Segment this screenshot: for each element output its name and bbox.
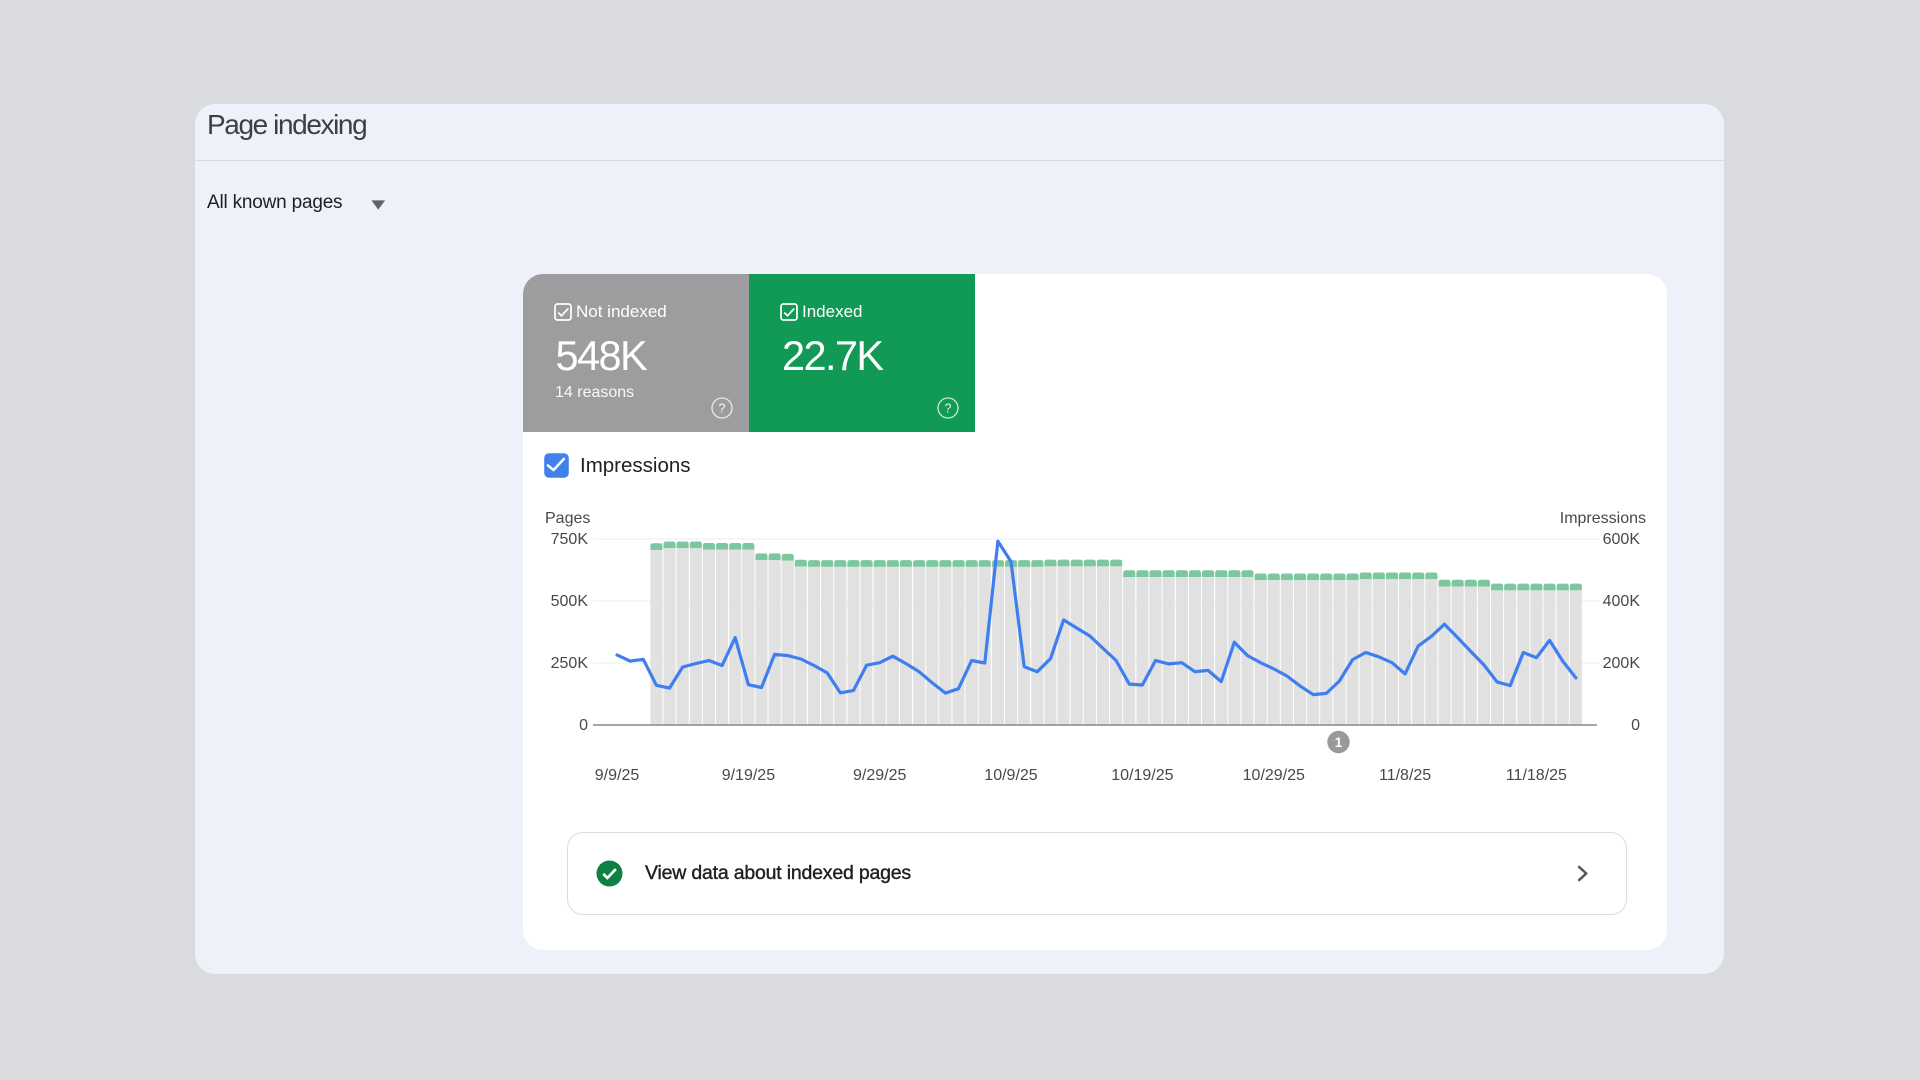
svg-text:1: 1: [1335, 735, 1343, 750]
svg-text:9/9/25: 9/9/25: [595, 767, 640, 784]
svg-text:750K: 750K: [551, 531, 589, 548]
svg-text:10/29/25: 10/29/25: [1243, 767, 1305, 784]
svg-text:?: ?: [945, 401, 952, 415]
svg-text:250K: 250K: [551, 655, 589, 672]
svg-text:9/29/25: 9/29/25: [853, 767, 906, 784]
svg-text:500K: 500K: [551, 593, 589, 610]
svg-text:11/18/25: 11/18/25: [1506, 767, 1567, 784]
svg-text:400K: 400K: [1603, 593, 1641, 610]
svg-text:600K: 600K: [1603, 531, 1641, 548]
svg-text:200K: 200K: [1603, 655, 1641, 672]
svg-text:9/19/25: 9/19/25: [722, 767, 775, 784]
svg-text:Pages: Pages: [545, 510, 590, 527]
svg-text:10/19/25: 10/19/25: [1111, 767, 1173, 784]
svg-text:10/9/25: 10/9/25: [984, 767, 1037, 784]
svg-text:?: ?: [719, 401, 726, 415]
svg-text:0: 0: [1631, 717, 1640, 734]
svg-text:11/8/25: 11/8/25: [1379, 767, 1431, 784]
svg-text:Impressions: Impressions: [1560, 510, 1646, 527]
svg-text:0: 0: [579, 717, 588, 734]
